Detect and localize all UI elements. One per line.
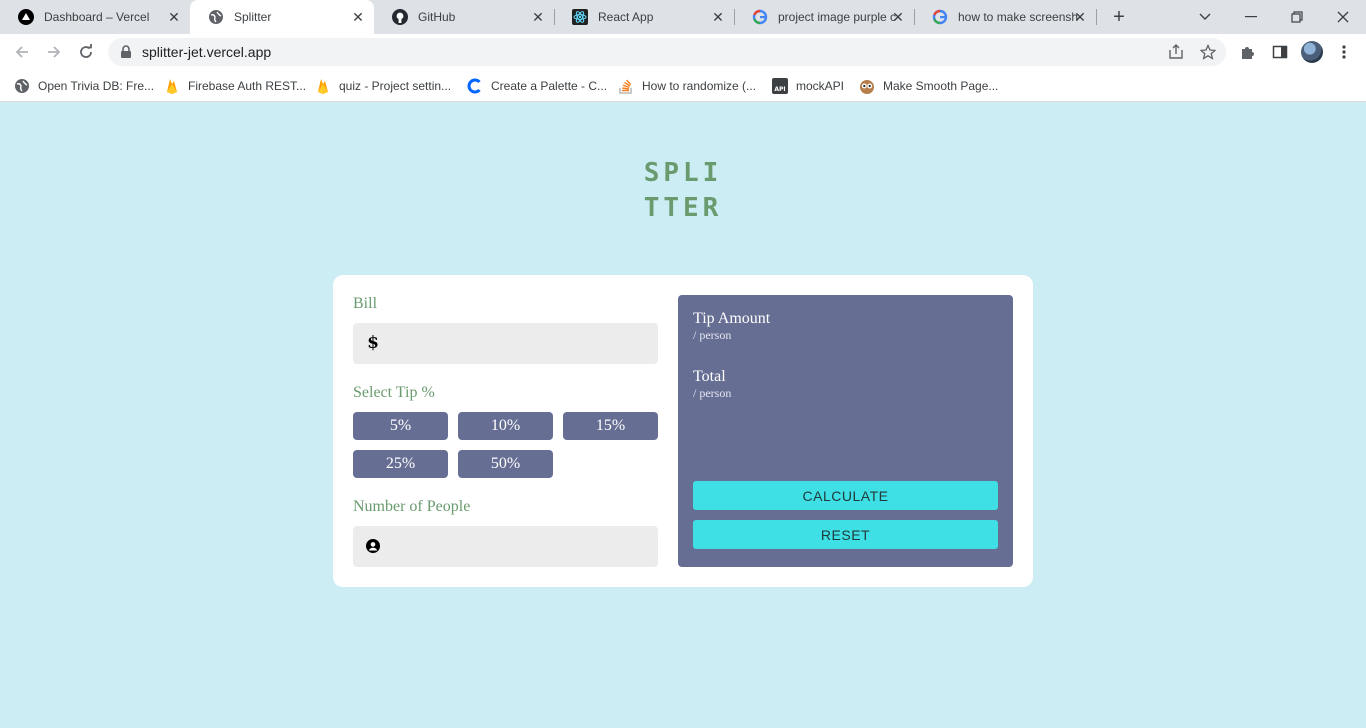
tip-amount-label: Tip Amount [693,310,771,327]
close-tab-icon[interactable]: ✕ [710,9,726,25]
tab-strip: Dashboard – Vercel ✕ Splitter ✕ GitHub ✕… [0,0,1366,34]
tab-google-search-project-image[interactable]: project image purple c ✕ [734,0,914,34]
reload-icon [80,44,92,58]
firebase-icon [315,78,331,94]
globe-icon [14,78,30,94]
close-tab-icon[interactable]: ✕ [1072,9,1088,25]
lock-icon [121,45,131,58]
tab-github[interactable]: GitHub ✕ [374,0,554,34]
bookmark-how-to-randomize[interactable]: How to randomize (... [618,77,756,95]
svg-text:API: API [774,86,785,93]
close-tab-icon[interactable]: ✕ [166,9,182,25]
app-logo: SPLI TTER [620,156,746,226]
google-icon [932,9,948,25]
tip-10-button[interactable]: 10% [458,412,553,440]
logo-line-1: SPLI [643,158,723,188]
bookmark-label: Open Trivia DB: Fre... [38,79,155,93]
forward-button[interactable] [42,40,66,64]
address-bar[interactable]: splitter-jet.vercel.app [108,38,1226,66]
firebase-icon [164,78,180,94]
tab-google-search-screenshot[interactable]: how to make screensh ✕ [914,0,1096,34]
select-tip-label: Select Tip % [353,384,435,401]
close-tab-icon[interactable]: ✕ [530,9,546,25]
calculator-card: Bill $ Select Tip % 5% 10% 15% 25% 50% N… [333,275,1033,587]
bill-field[interactable]: $ [353,323,658,364]
bookmark-quiz-project[interactable]: quiz - Project settin... [315,77,451,95]
restore-button[interactable] [1274,0,1320,34]
tab-react-app[interactable]: React App ✕ [554,0,734,34]
people-input[interactable] [389,526,649,567]
arrow-left-icon [15,46,28,58]
owl-icon [859,78,875,94]
people-field[interactable] [353,526,658,567]
url-text: splitter-jet.vercel.app [142,44,272,60]
bookmark-firebase-auth[interactable]: Firebase Auth REST... [164,77,306,95]
calculate-button[interactable]: CALCULATE [693,481,998,510]
close-icon [1337,11,1349,23]
chevron-down-icon [1199,13,1211,20]
total-per-person: / person [693,386,732,400]
user-icon [365,537,381,555]
arrow-right-icon [48,46,61,58]
tip-5-button[interactable]: 5% [353,412,448,440]
minimize-icon [1245,16,1257,18]
result-panel: Tip Amount / person Total / person CALCU… [678,295,1013,567]
bookmark-open-trivia[interactable]: Open Trivia DB: Fre... [14,77,154,95]
side-panel-icon[interactable] [1270,42,1290,62]
restore-icon [1291,11,1303,23]
more-menu-icon[interactable] [1334,42,1354,62]
tab-separator [1096,9,1097,25]
reset-button[interactable]: RESET [693,520,998,549]
bookmark-label: Firebase Auth REST... [188,79,307,93]
bookmark-label: How to randomize (... [642,79,757,93]
share-icon[interactable] [1168,44,1184,60]
bookmark-label: quiz - Project settin... [339,79,452,93]
reload-button[interactable] [74,40,98,64]
bookmarks-bar: Open Trivia DB: Fre... Firebase Auth RES… [0,70,1366,102]
browser-toolbar: splitter-jet.vercel.app [0,34,1366,70]
bill-input[interactable] [389,323,649,364]
tip-amount-per-person: / person [693,328,732,342]
dollar-icon: $ [367,333,379,353]
react-icon [572,9,588,25]
globe-icon [208,9,224,25]
mockapi-icon: API [772,78,788,94]
stackoverflow-icon [618,78,634,94]
bookmark-create-palette[interactable]: Create a Palette - C... [467,77,607,95]
logo-line-2: TTER [643,193,723,223]
tip-15-button[interactable]: 15% [563,412,658,440]
google-icon [752,9,768,25]
tab-splitter[interactable]: Splitter ✕ [190,0,374,34]
close-window-button[interactable] [1320,0,1366,34]
bookmark-label: Create a Palette - C... [491,79,608,93]
minimize-button[interactable] [1228,0,1274,34]
profile-avatar[interactable] [1301,41,1323,63]
new-tab-button[interactable]: + [1108,6,1130,28]
tip-50-button[interactable]: 50% [458,450,553,478]
tab-search-button[interactable] [1182,0,1228,34]
close-tab-icon[interactable]: ✕ [890,9,906,25]
bookmark-make-smooth-page[interactable]: Make Smooth Page... [859,77,998,95]
extensions-puzzle-icon[interactable] [1238,42,1258,62]
bookmark-label: Make Smooth Page... [883,79,999,93]
number-of-people-label: Number of People [353,498,471,515]
bookmark-star-icon[interactable] [1200,44,1216,60]
coolors-icon [467,78,483,94]
tab-dashboard-vercel[interactable]: Dashboard – Vercel ✕ [0,0,190,34]
vercel-icon [18,9,34,25]
bookmark-mockapi[interactable]: API mockAPI [772,77,844,95]
tip-25-button[interactable]: 25% [353,450,448,478]
bill-label: Bill [353,295,378,312]
bookmark-label: mockAPI [796,79,845,93]
close-tab-icon[interactable]: ✕ [350,9,366,25]
total-label: Total [693,368,726,385]
back-button[interactable] [10,40,34,64]
github-icon [392,9,408,25]
